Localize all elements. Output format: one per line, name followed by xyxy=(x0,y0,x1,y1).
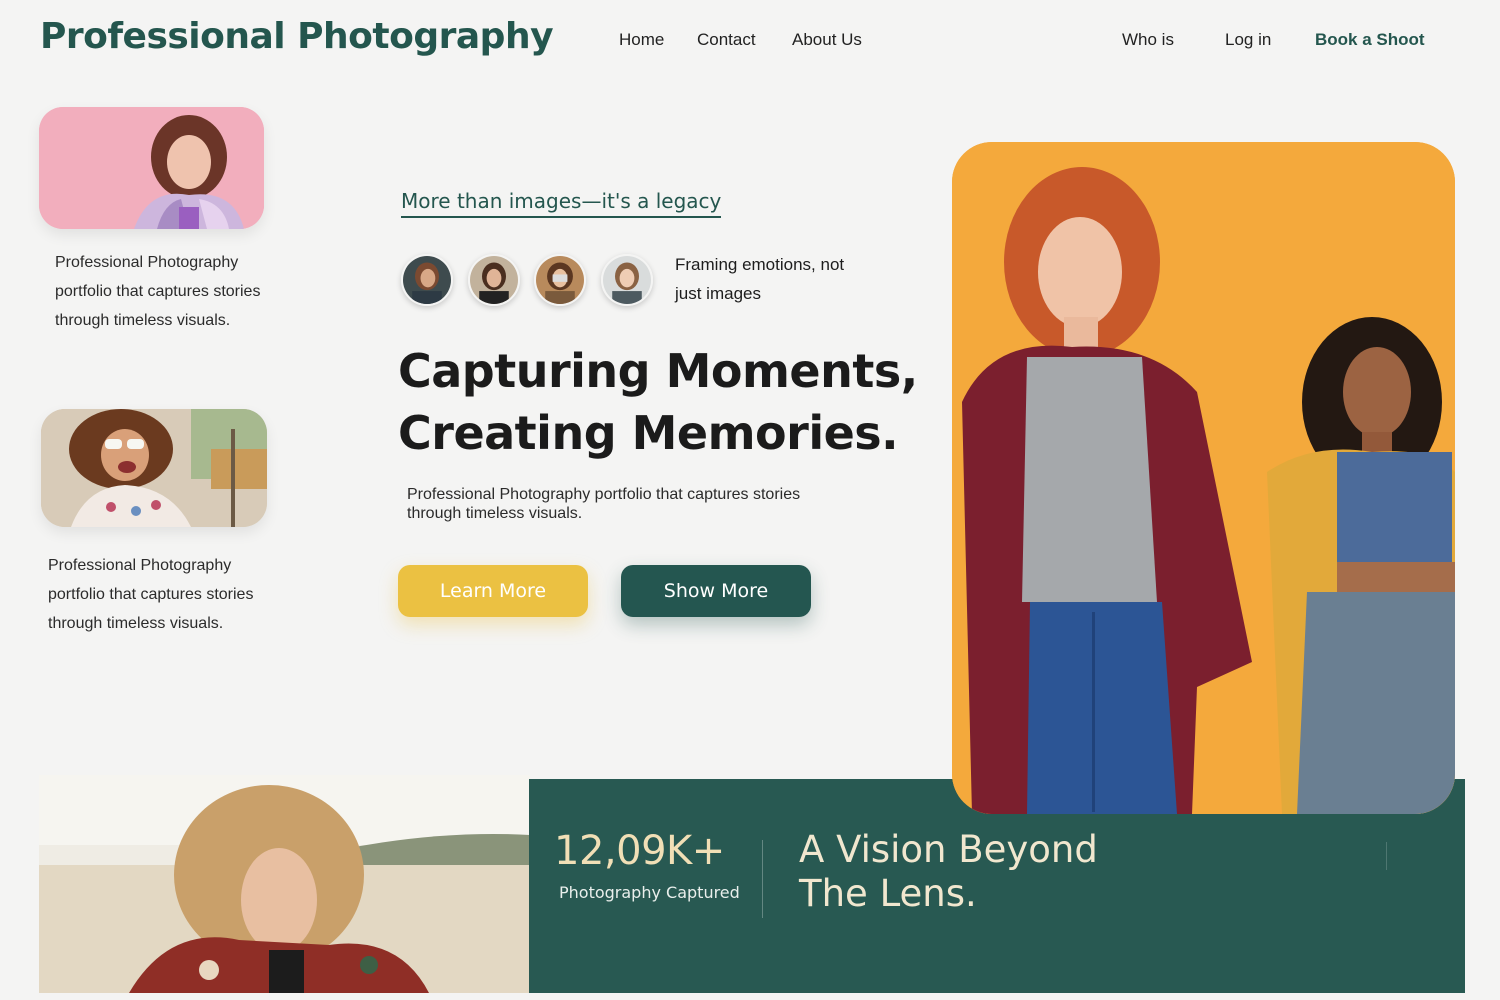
portfolio-thumbnail-pink[interactable] xyxy=(39,107,264,229)
nav-login-link[interactable]: Log in xyxy=(1225,30,1271,50)
photos-captured-count: 12,09K+ xyxy=(554,828,725,874)
hero-headline: Capturing Moments, Creating Memories. xyxy=(398,344,918,460)
portfolio-card-description: Professional Photography portfolio that … xyxy=(48,557,254,632)
learn-more-button[interactable]: Learn More xyxy=(398,565,588,617)
portfolio-thumbnail-street[interactable] xyxy=(41,409,267,527)
client-avatar xyxy=(601,254,653,306)
nav-about-link[interactable]: About Us xyxy=(792,30,862,50)
beach-portrait-image xyxy=(39,775,530,993)
client-avatar xyxy=(468,254,520,306)
avatar-caption: Framing emotions, not just images xyxy=(675,255,845,303)
woman-sunglasses-image xyxy=(41,409,267,527)
nav-who-is-link[interactable]: Who is xyxy=(1122,30,1174,50)
site-logo-title[interactable]: Professional Photography xyxy=(40,16,554,57)
show-more-button[interactable]: Show More xyxy=(621,565,811,617)
band-divider xyxy=(762,840,763,918)
photos-captured-label: Photography Captured xyxy=(559,883,740,902)
client-avatar xyxy=(401,254,453,306)
book-a-shoot-link[interactable]: Book a Shoot xyxy=(1315,30,1425,50)
portfolio-card-description: Professional Photography portfolio that … xyxy=(55,254,261,329)
hero-photo-two-women xyxy=(952,142,1455,814)
woman-portrait-image xyxy=(39,107,264,229)
legacy-tagline-link[interactable]: More than images—it's a legacy xyxy=(401,189,722,218)
vision-title: A Vision Beyond The Lens. xyxy=(799,828,1098,915)
band-divider xyxy=(1386,842,1387,870)
nav-home-link[interactable]: Home xyxy=(619,30,664,50)
hero-description: Professional Photography portfolio that … xyxy=(407,486,801,522)
nav-contact-link[interactable]: Contact xyxy=(697,30,756,50)
client-avatar xyxy=(534,254,586,306)
